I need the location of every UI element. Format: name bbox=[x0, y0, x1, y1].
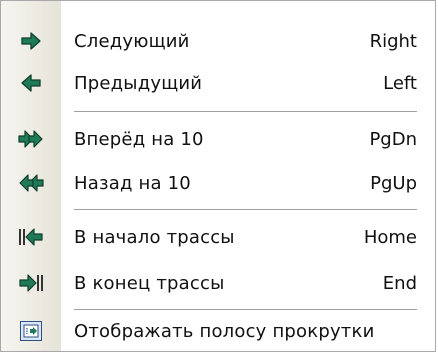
go-to-end-icon bbox=[1, 265, 61, 301]
menu-item-shortcut: Right bbox=[369, 30, 417, 52]
menu-item-shortcut: Left bbox=[383, 72, 417, 94]
double-arrow-left-icon bbox=[1, 165, 61, 201]
menu-item-forward-10[interactable]: Вперёд на 10 PgDn bbox=[1, 121, 435, 157]
menu-item-shortcut: End bbox=[382, 272, 417, 294]
menu-item-label: В начало трассы bbox=[74, 226, 235, 248]
menu-item-label: Следующий bbox=[74, 30, 190, 52]
menu-item-shortcut: PgUp bbox=[370, 172, 417, 194]
arrow-right-icon bbox=[1, 23, 61, 59]
menu-separator bbox=[74, 111, 417, 112]
go-to-start-icon bbox=[1, 219, 61, 255]
menu-item-next[interactable]: Следующий Right bbox=[1, 23, 435, 59]
double-arrow-right-icon bbox=[1, 121, 61, 157]
menu-item-show-scrollbar[interactable]: Отображать полосу прокрутки bbox=[1, 313, 435, 349]
menu-item-label: Отображать полосу прокрутки bbox=[74, 320, 375, 342]
menu-item-shortcut: Home bbox=[363, 226, 417, 248]
arrow-left-icon bbox=[1, 65, 61, 101]
menu-item-go-to-end[interactable]: В конец трассы End bbox=[1, 265, 435, 301]
menu-item-back-10[interactable]: Назад на 10 PgUp bbox=[1, 165, 435, 201]
menu-separator bbox=[74, 209, 417, 210]
menu-item-label: Назад на 10 bbox=[74, 172, 191, 194]
menu-item-label: В конец трассы bbox=[74, 272, 225, 294]
menu-item-shortcut: PgDn bbox=[369, 128, 417, 150]
menu-item-previous[interactable]: Предыдущий Left bbox=[1, 65, 435, 101]
menu-item-label: Предыдущий bbox=[74, 72, 203, 94]
menu-item-label: Вперёд на 10 bbox=[74, 128, 204, 150]
context-menu: Следующий Right Предыдущий Left Вперёд н… bbox=[0, 0, 436, 352]
scrollbar-checkbox-icon bbox=[1, 313, 61, 349]
menu-item-go-to-start[interactable]: В начало трассы Home bbox=[1, 219, 435, 255]
menu-separator bbox=[74, 309, 417, 310]
